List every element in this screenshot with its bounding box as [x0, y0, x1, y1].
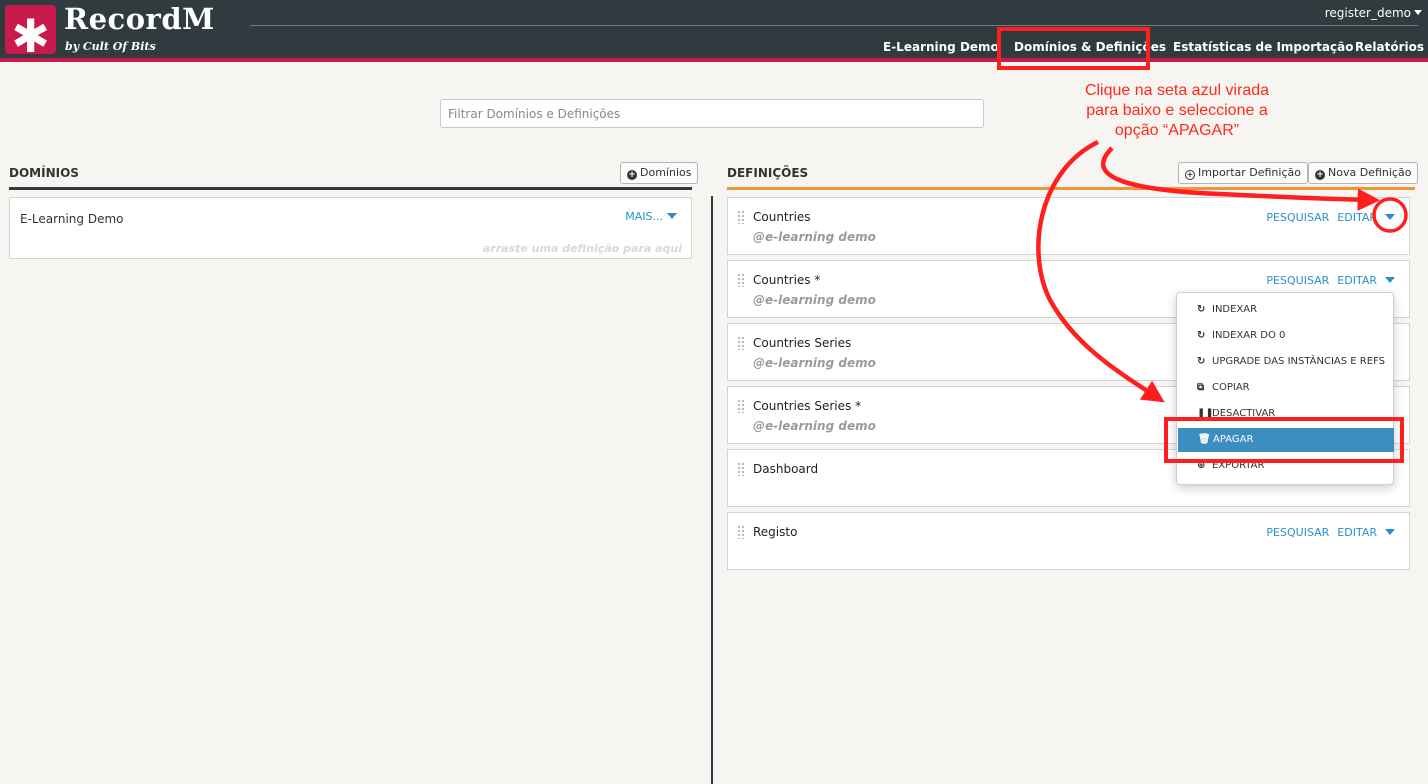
caret-highlight-circle [1372, 197, 1408, 233]
arrow-to-apagar [1036, 139, 1165, 403]
arrow-to-caret [1101, 146, 1381, 211]
annotation-arrows [1036, 139, 1408, 403]
